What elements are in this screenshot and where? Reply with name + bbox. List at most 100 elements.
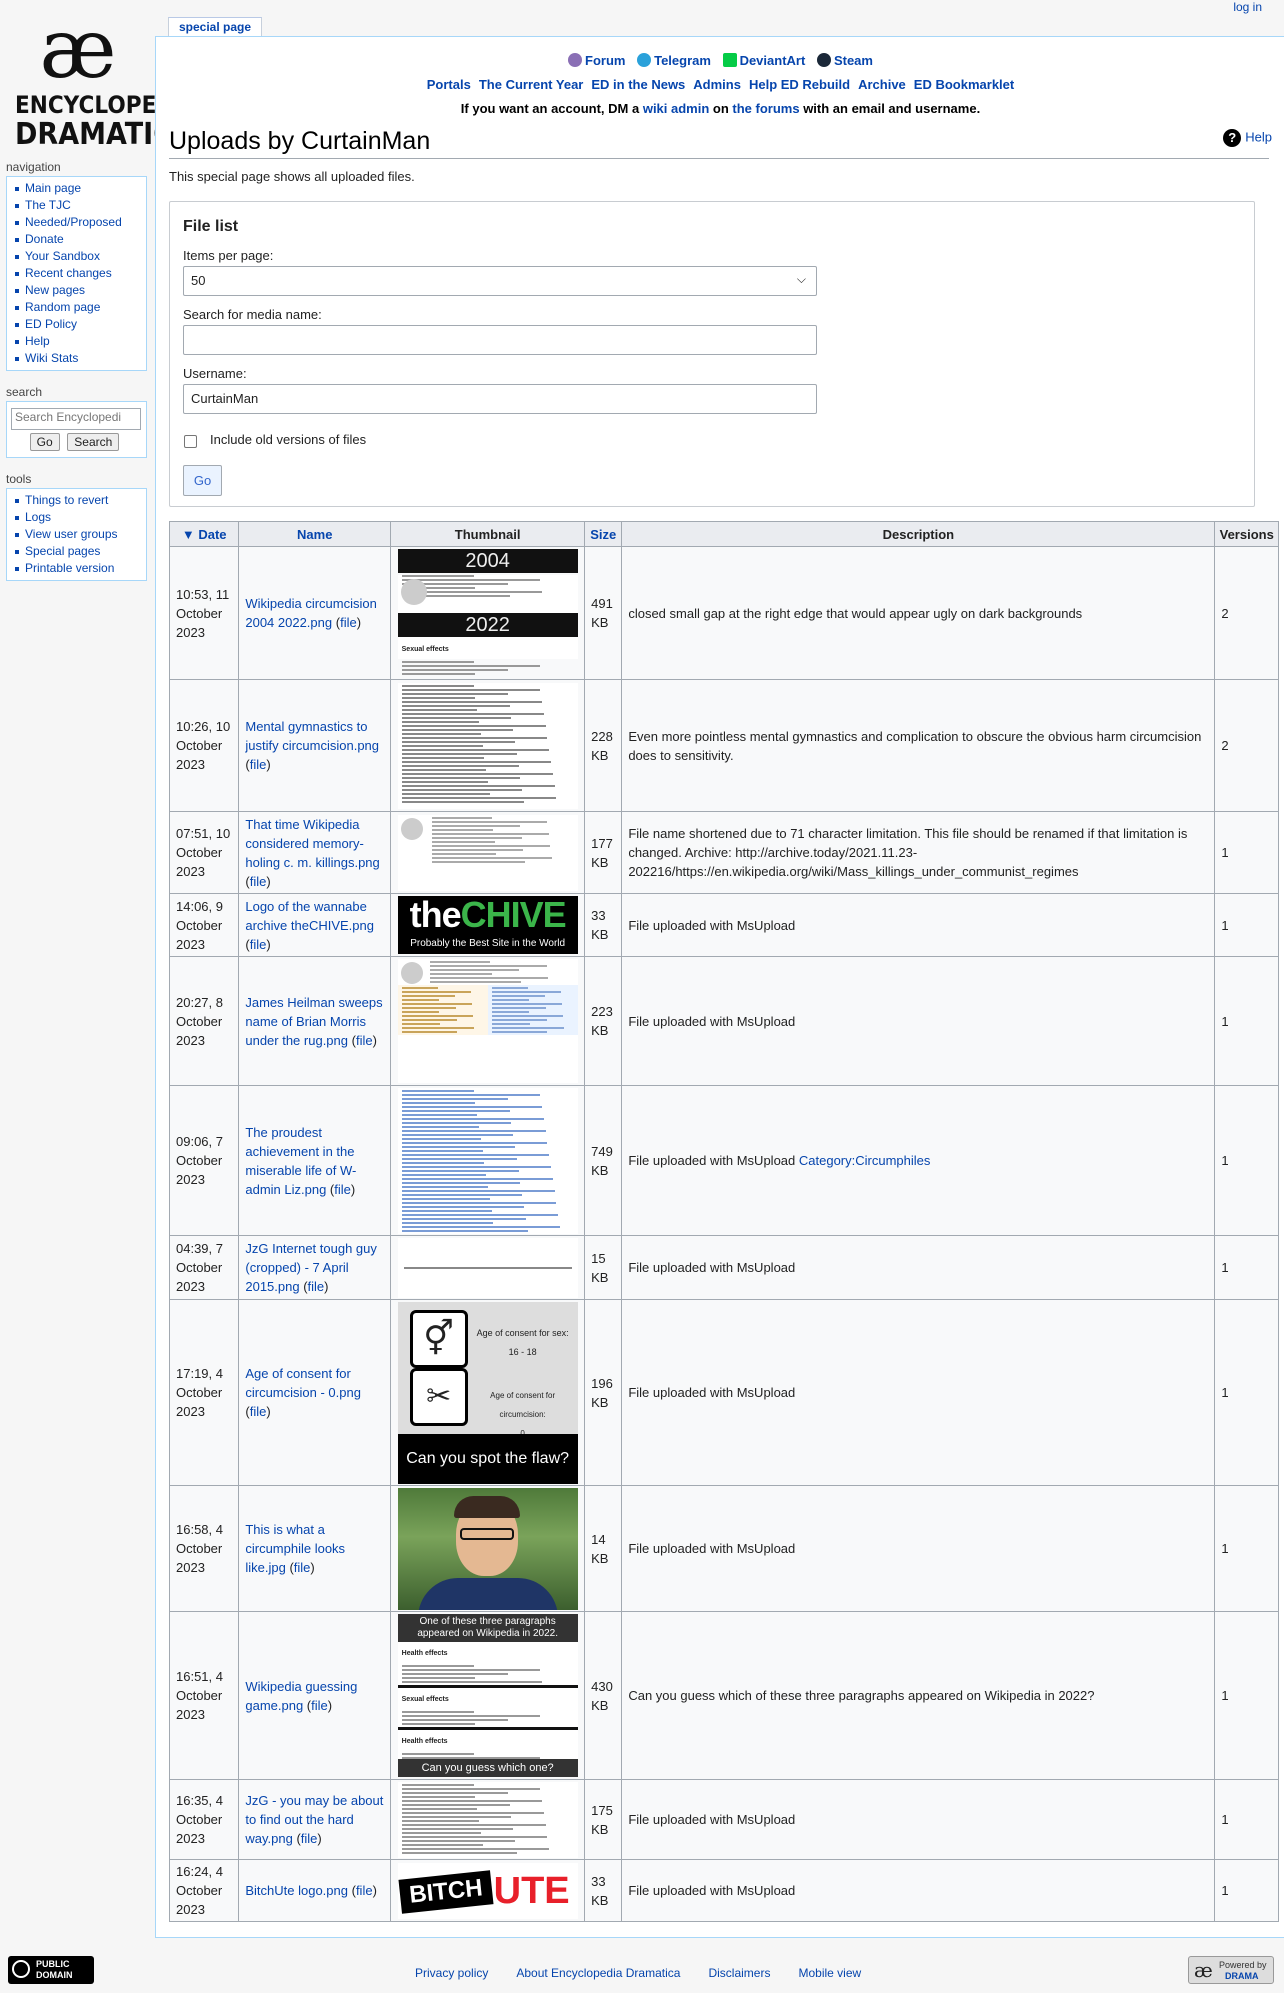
file-raw-link[interactable]: file [250,937,267,952]
old-versions-checkbox[interactable] [184,435,197,448]
sidebar-nav-link[interactable]: Wiki Stats [25,351,78,365]
footer-link[interactable]: About Encyclopedia Dramatica [516,1966,680,1980]
sidebar-tool-link[interactable]: Logs [25,510,51,524]
public-domain-badge[interactable]: PUBLIC DOMAIN [8,1956,94,1984]
file-thumbnail[interactable]: ⚥ Age of consent for sex: 16 - 18 ✂ Age of c… [397,1301,578,1484]
per-page-select[interactable]: 50 ⌵ [183,266,817,296]
sidebar-nav-link[interactable]: Donate [25,232,64,246]
sidebar-nav-item[interactable]: Needed/Proposed [13,214,146,231]
file-name-link[interactable]: That time Wikipedia considered memory-ho… [245,817,379,870]
site-nav-link[interactable]: The Current Year [479,77,584,92]
site-nav-link[interactable]: ED Bookmarklet [914,77,1014,92]
date-header[interactable]: ▼ Date [168,521,240,547]
sidebar-nav-link[interactable]: Random page [25,300,100,314]
login-link[interactable]: log in [1233,0,1262,14]
sidebar-nav-item[interactable]: Wiki Stats [13,350,146,367]
tab-special-link[interactable]: special page [179,20,251,34]
footer-link[interactable]: Privacy policy [415,1966,488,1980]
deviantart-link[interactable]: DeviantArt [722,53,805,68]
file-thumbnail[interactable]: BITCH UTE [397,1862,578,1919]
sidebar-tool-item[interactable]: Special pages [13,543,146,560]
sidebar-tool-item[interactable]: Logs [13,509,146,526]
sidebar-tool-item[interactable]: Things to revert [13,492,146,509]
sidebar-nav-item[interactable]: Main page [13,180,146,197]
file-thumbnail[interactable]: 2004 2022 Sexual effects [397,549,578,677]
file-thumbnail[interactable]: One of these three paragraphs appeared o… [397,1614,578,1777]
sidebar-search-input[interactable]: Search Encyclopedi [11,408,141,430]
footer-link[interactable]: Disclaimers [708,1966,770,1980]
sidebar-search-button[interactable]: Search [67,433,120,451]
file-name-link[interactable]: Mental gymnastics to justify circumcisio… [245,719,379,753]
site-logo[interactable]: æ ENCYCLOPEDIA DRAMATICA [8,9,199,150]
sidebar-nav-link[interactable]: Help [25,334,50,348]
help-link[interactable]: ? Help [1223,129,1272,147]
sidebar-nav-item[interactable]: New pages [13,282,146,299]
file-name-link[interactable]: Wikipedia guessing game.png [245,1679,357,1713]
username-input[interactable]: CurtainMan [183,384,817,414]
file-thumbnail[interactable] [397,1087,578,1234]
site-nav-link[interactable]: ED in the News [591,77,685,92]
file-thumbnail[interactable] [397,1781,578,1858]
telegram-link[interactable]: Telegram [637,53,711,68]
file-raw-link[interactable]: file [311,1698,328,1713]
search-media-input[interactable] [183,325,817,355]
file-name-link[interactable]: Wikipedia circumcision 2004 2022.png [245,596,376,630]
sidebar-tool-link[interactable]: Printable version [25,561,114,575]
file-raw-link[interactable]: file [334,1182,351,1197]
file-thumbnail[interactable] [397,1487,578,1610]
size-header[interactable]: Size [584,521,623,547]
sidebar-tool-item[interactable]: Printable version [13,560,146,577]
sidebar-nav-item[interactable]: ED Policy [13,316,146,333]
sidebar-tool-item[interactable]: View user groups [13,526,146,543]
help-text[interactable]: Help [1245,129,1272,144]
sidebar-go-button[interactable]: Go [29,433,60,451]
site-nav-link[interactable]: Portals [427,77,471,92]
file-raw-link[interactable]: file [250,757,267,772]
site-nav-link[interactable]: Admins [693,77,741,92]
sidebar-nav-link[interactable]: Needed/Proposed [25,215,122,229]
sidebar-nav-item[interactable]: Random page [13,299,146,316]
sidebar-nav-link[interactable]: Your Sandbox [25,249,100,263]
file-thumbnail[interactable] [397,959,578,1083]
sidebar-nav-link[interactable]: New pages [25,283,85,297]
site-nav-link[interactable]: Archive [858,77,906,92]
file-thumbnail[interactable] [397,682,578,809]
sidebar-nav-item[interactable]: Recent changes [13,265,146,282]
file-raw-link[interactable]: file [294,1560,311,1575]
tab-special-page[interactable]: special page [168,17,263,38]
sidebar-nav-item[interactable]: Help [13,333,146,350]
sidebar-nav-link[interactable]: The TJC [25,198,71,212]
sidebar-tool-link[interactable]: Special pages [25,544,100,558]
powered-by-badge[interactable]: æ Powered by DRAMA [1188,1956,1274,1984]
sidebar-nav-link[interactable]: Recent changes [25,266,112,280]
file-name-link[interactable]: Age of consent for circumcision - 0.png [245,1366,361,1400]
sidebar-nav-link[interactable]: Main page [25,181,81,195]
file-name-link[interactable]: BitchUte logo.png [245,1883,348,1898]
wiki-admin-link[interactable]: wiki admin [643,101,709,116]
sidebar-tool-link[interactable]: Things to revert [25,493,108,507]
sidebar-nav-item[interactable]: Donate [13,231,146,248]
sidebar-nav-item[interactable]: Your Sandbox [13,248,146,265]
file-raw-link[interactable]: file [356,1883,373,1898]
file-raw-link[interactable]: file [250,874,267,889]
file-thumbnail[interactable] [397,814,578,891]
file-raw-link[interactable]: file [356,1033,373,1048]
sidebar-nav-link[interactable]: ED Policy [25,317,77,331]
file-thumbnail[interactable] [397,1237,578,1298]
forum-link[interactable]: Forum [568,53,625,68]
footer-link[interactable]: Mobile view [798,1966,861,1980]
forums-link[interactable]: the forums [732,101,799,116]
go-button[interactable]: Go [183,465,222,496]
category-link[interactable]: Category:Circumphiles [799,1153,931,1168]
steam-link[interactable]: Steam [816,53,873,68]
file-name-link[interactable]: Logo of the wannabe archive theCHIVE.png [245,899,374,933]
file-raw-link[interactable]: file [250,1404,267,1419]
file-thumbnail[interactable]: theCHIVE Probably the Best Site in the Wo… [397,896,578,954]
name-header[interactable]: Name [238,521,392,547]
file-raw-link[interactable]: file [308,1279,325,1294]
site-nav-link[interactable]: Help ED Rebuild [749,77,850,92]
file-raw-link[interactable]: file [301,1831,318,1846]
file-raw-link[interactable]: file [340,615,357,630]
sidebar-tool-link[interactable]: View user groups [25,527,118,541]
sidebar-nav-item[interactable]: The TJC [13,197,146,214]
